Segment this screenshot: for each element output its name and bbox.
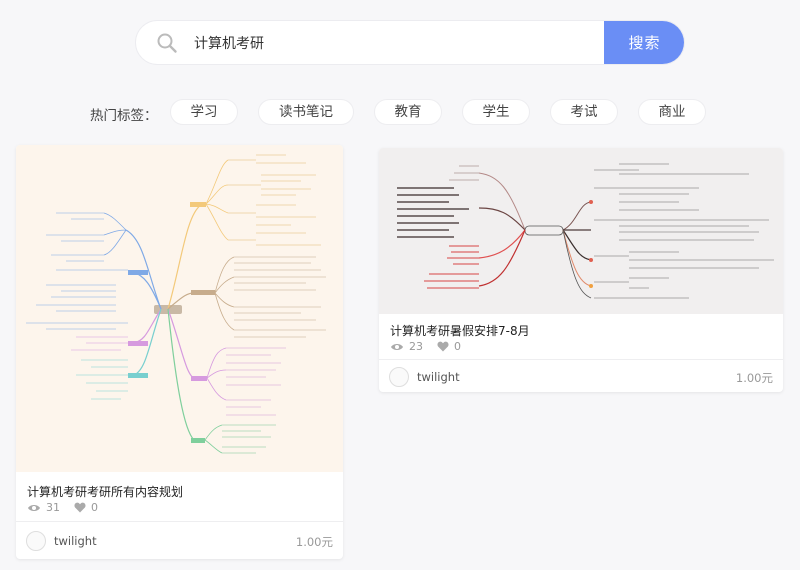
search-button[interactable]: 搜索 bbox=[604, 21, 684, 64]
avatar[interactable] bbox=[389, 367, 409, 387]
tag-education[interactable]: 教育 bbox=[374, 99, 442, 125]
card-thumbnail[interactable] bbox=[16, 145, 343, 472]
tag-reading-notes[interactable]: 读书笔记 bbox=[258, 99, 354, 125]
tag-student[interactable]: 学生 bbox=[462, 99, 530, 125]
eye-icon bbox=[391, 343, 403, 350]
likes-count: 0 bbox=[91, 501, 98, 514]
card-stats: 23 0 bbox=[390, 340, 475, 353]
price: 1.00元 bbox=[295, 535, 333, 549]
search-box: 搜索 bbox=[135, 20, 685, 65]
search-icon bbox=[156, 32, 178, 54]
hot-tags-label: 热门标签： bbox=[90, 108, 158, 124]
mindmap-card[interactable]: 计算机考研考研所有内容规划 31 0 twilight 1.00元 bbox=[16, 145, 343, 559]
card-divider bbox=[379, 359, 783, 360]
author-name[interactable]: twilight bbox=[54, 534, 97, 548]
hot-tags: 热门标签： 学习 读书笔记 教育 学生 考试 商业 bbox=[0, 99, 800, 126]
likes-stat: 0 bbox=[74, 501, 98, 514]
heart-icon bbox=[437, 341, 449, 352]
tag-study[interactable]: 学习 bbox=[170, 99, 238, 125]
likes-count: 0 bbox=[454, 340, 461, 353]
card-stats: 31 0 bbox=[27, 501, 112, 514]
mindmap-card[interactable]: 计算机考研暑假安排7-8月 23 0 twilight 1.00元 bbox=[379, 148, 783, 392]
card-divider bbox=[16, 521, 343, 522]
eye-icon bbox=[28, 504, 40, 511]
card-thumbnail[interactable] bbox=[379, 148, 783, 314]
tag-business[interactable]: 商业 bbox=[638, 99, 706, 125]
avatar[interactable] bbox=[26, 531, 46, 551]
views-stat: 23 bbox=[390, 340, 423, 353]
views-stat: 31 bbox=[27, 501, 60, 514]
card-title[interactable]: 计算机考研考研所有内容规划 bbox=[27, 483, 183, 500]
author-name[interactable]: twilight bbox=[417, 370, 460, 384]
tag-exam[interactable]: 考试 bbox=[550, 99, 618, 125]
views-count: 23 bbox=[409, 340, 423, 353]
search-input[interactable] bbox=[194, 21, 604, 64]
likes-stat: 0 bbox=[437, 340, 461, 353]
views-count: 31 bbox=[46, 501, 60, 514]
card-title[interactable]: 计算机考研暑假安排7-8月 bbox=[390, 322, 530, 339]
price: 1.00元 bbox=[735, 371, 773, 385]
heart-icon bbox=[74, 502, 86, 513]
